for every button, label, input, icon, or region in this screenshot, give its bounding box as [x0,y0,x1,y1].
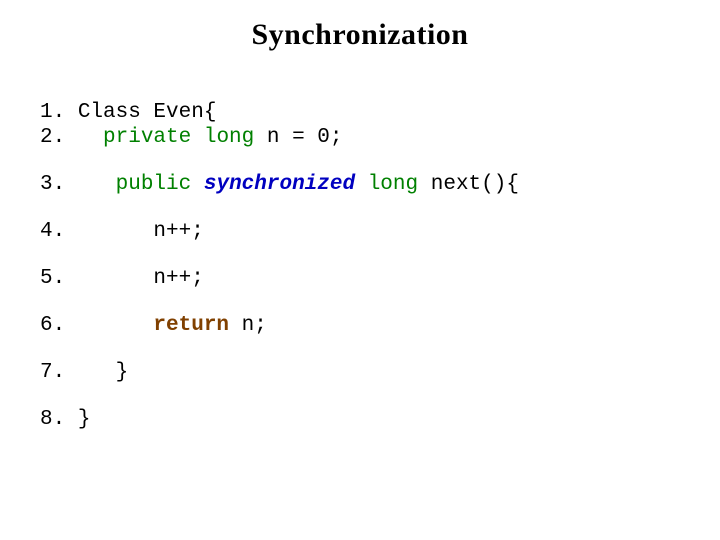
keyword-public: public [116,173,192,196]
code-line-4: 4. n++; [40,219,700,244]
space [191,173,204,196]
code-line-3: 3. public synchronized long next(){ [40,172,700,197]
line-number: 6. [40,314,153,337]
line-number: 3. [40,173,116,196]
code-line-1: 1. Class Even{ [40,100,700,125]
keyword-synchronized: synchronized [204,173,355,196]
keyword-return: return [153,314,229,337]
space [418,173,431,196]
code-text: } [116,361,129,384]
line-number: 8. [40,408,78,431]
code-block: 1. Class Even{ 2. private long n = 0; 3.… [0,100,720,432]
space [229,314,242,337]
blank-gap [40,338,700,360]
code-line-6: 6. return n; [40,313,700,338]
blank-gap [40,150,700,172]
slide-title: Synchronization [0,18,720,52]
code-text: n = 0; [254,126,342,149]
line-number: 1. [40,101,78,124]
code-text: n++; [153,220,203,243]
code-line-8: 8. } [40,407,700,432]
code-text: next(){ [431,173,519,196]
code-line-2: 2. private long n = 0; [40,125,700,150]
code-text: } [78,408,91,431]
blank-gap [40,244,700,266]
blank-gap [40,385,700,407]
keyword-private: private [103,126,191,149]
slide: Synchronization 1. Class Even{ 2. privat… [0,0,720,540]
blank-gap [40,291,700,313]
line-number: 2. [40,126,103,149]
line-number: 4. [40,220,153,243]
space [191,126,204,149]
keyword-long: long [204,126,254,149]
blank-gap [40,197,700,219]
code-text: n++; [153,267,203,290]
keyword-long: long [368,173,418,196]
code-text: n; [242,314,267,337]
code-text: Class Even{ [78,101,217,124]
line-number: 5. [40,267,153,290]
space [355,173,368,196]
line-number: 7. [40,361,116,384]
code-line-5: 5. n++; [40,266,700,291]
code-line-7: 7. } [40,360,700,385]
